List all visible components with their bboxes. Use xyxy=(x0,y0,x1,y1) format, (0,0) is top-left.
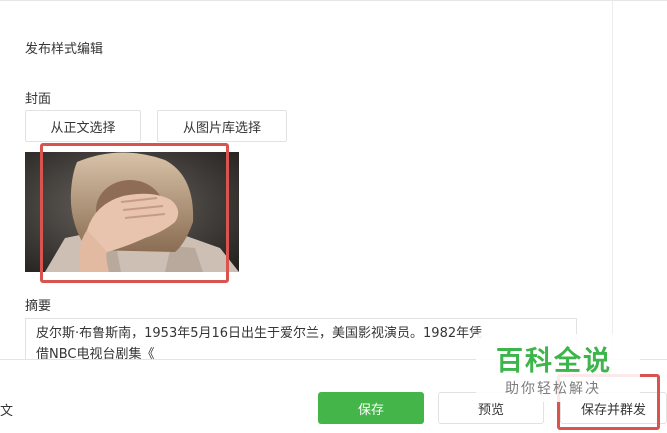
footer-left-text: 文 xyxy=(0,404,14,419)
save-button[interactable]: 保存 xyxy=(318,392,424,424)
select-from-article-button[interactable]: 从正文选择 xyxy=(25,110,141,142)
cover-label: 封面 xyxy=(25,92,52,107)
top-divider xyxy=(0,0,667,1)
watermark-title: 百科全说 xyxy=(496,346,612,377)
cover-highlight-frame xyxy=(40,143,229,283)
summary-label: 摘要 xyxy=(25,299,52,314)
select-from-library-button[interactable]: 从图片库选择 xyxy=(157,110,287,142)
panel-edge-divider xyxy=(612,0,613,359)
section-title: 发布样式编辑 xyxy=(25,42,104,57)
watermark-subtitle: 助你轻松解决 xyxy=(505,381,601,397)
